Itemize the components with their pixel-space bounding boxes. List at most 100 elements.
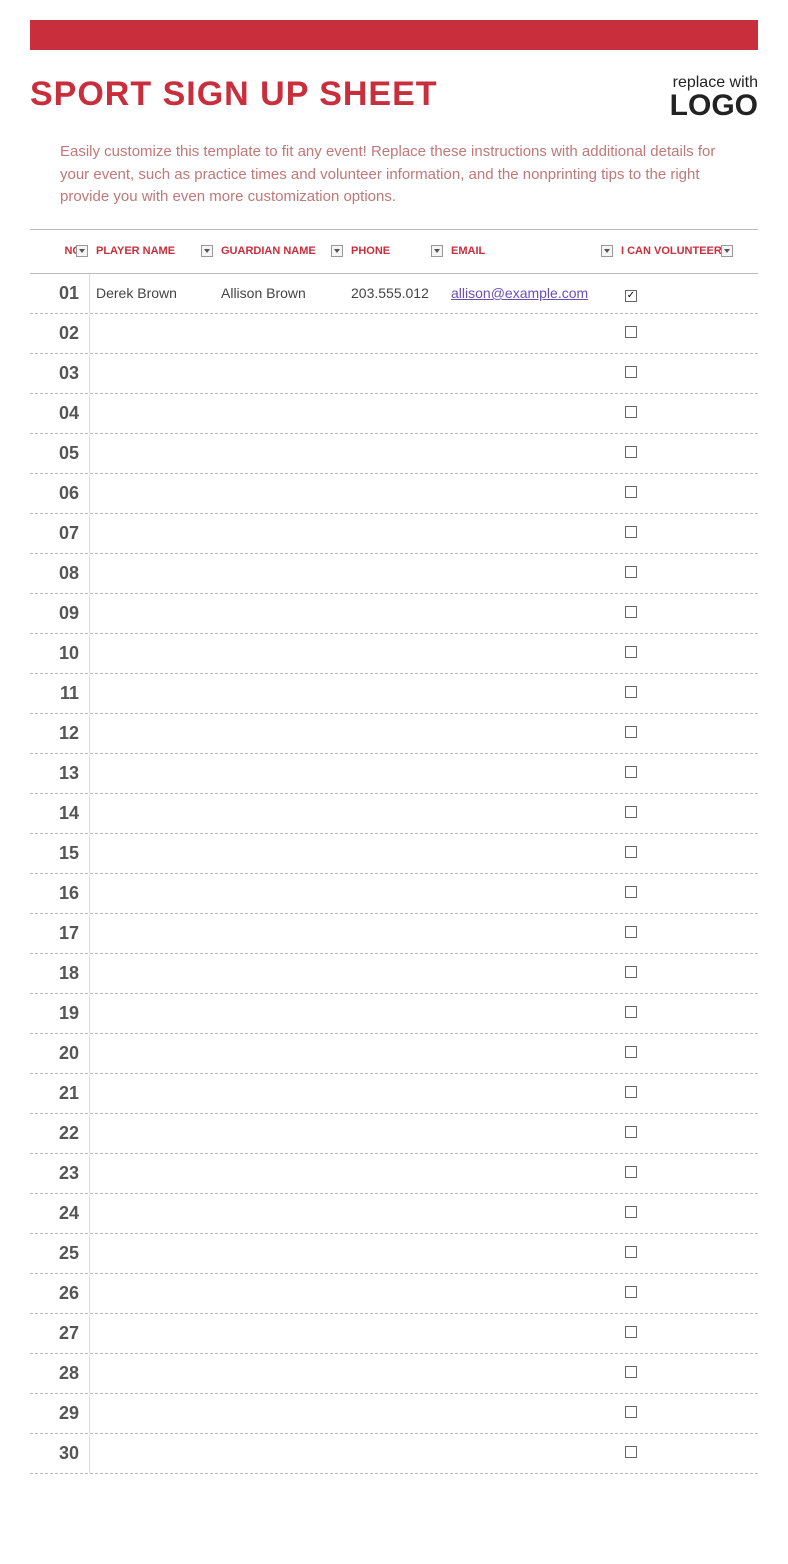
table-row: 20 <box>30 1034 758 1074</box>
volunteer-checkbox[interactable] <box>625 1086 637 1098</box>
logo-placeholder: replace with LOGO <box>670 75 758 121</box>
volunteer-checkbox[interactable] <box>625 1206 637 1218</box>
volunteer-checkbox[interactable] <box>625 1446 637 1458</box>
volunteer-cell[interactable] <box>615 405 735 421</box>
volunteer-cell[interactable] <box>615 805 735 821</box>
volunteer-checkbox[interactable] <box>625 326 637 338</box>
row-number: 02 <box>30 314 90 353</box>
volunteer-cell[interactable] <box>615 1285 735 1301</box>
volunteer-cell[interactable] <box>615 1325 735 1341</box>
email-link[interactable]: allison@example.com <box>451 285 588 301</box>
volunteer-cell[interactable] <box>615 1165 735 1181</box>
row-number: 13 <box>30 754 90 793</box>
filter-dropdown-icon[interactable] <box>601 245 613 257</box>
volunteer-cell[interactable] <box>615 925 735 941</box>
volunteer-checkbox[interactable] <box>625 646 637 658</box>
row-number: 20 <box>30 1034 90 1073</box>
volunteer-checkbox[interactable] <box>625 686 637 698</box>
volunteer-cell[interactable] <box>615 1085 735 1101</box>
header-phone[interactable]: PHONE <box>345 241 445 261</box>
row-number: 05 <box>30 434 90 473</box>
volunteer-checkbox[interactable] <box>625 966 637 978</box>
volunteer-checkbox[interactable] <box>625 886 637 898</box>
header-guardian[interactable]: GUARDIAN NAME <box>215 241 345 261</box>
volunteer-cell[interactable] <box>615 1205 735 1221</box>
volunteer-checkbox[interactable] <box>625 566 637 578</box>
header-player-label: PLAYER NAME <box>96 245 175 257</box>
filter-dropdown-icon[interactable] <box>331 245 343 257</box>
volunteer-checkbox[interactable] <box>625 1126 637 1138</box>
row-number: 24 <box>30 1194 90 1233</box>
volunteer-checkbox[interactable] <box>625 290 637 302</box>
header-no[interactable]: NO. <box>30 241 90 261</box>
header-email[interactable]: EMAIL <box>445 241 615 261</box>
header-player[interactable]: PLAYER NAME <box>90 241 215 261</box>
row-number: 09 <box>30 594 90 633</box>
guardian-name-cell[interactable]: Allison Brown <box>215 285 345 301</box>
header-volunteer[interactable]: I CAN VOLUNTEER <box>615 241 735 261</box>
volunteer-cell[interactable] <box>615 445 735 461</box>
volunteer-cell[interactable] <box>615 725 735 741</box>
instructions-text: Easily customize this template to fit an… <box>0 131 788 229</box>
row-number: 04 <box>30 394 90 433</box>
volunteer-checkbox[interactable] <box>625 446 637 458</box>
volunteer-checkbox[interactable] <box>625 606 637 618</box>
player-name-cell[interactable]: Derek Brown <box>90 285 215 301</box>
signup-table: NO. PLAYER NAME GUARDIAN NAME PHONE EMAI… <box>30 229 758 1474</box>
filter-dropdown-icon[interactable] <box>201 245 213 257</box>
volunteer-cell[interactable] <box>615 685 735 701</box>
volunteer-cell[interactable] <box>615 1005 735 1021</box>
phone-cell[interactable]: 203.555.012 <box>345 285 445 301</box>
volunteer-checkbox[interactable] <box>625 1246 637 1258</box>
row-number: 06 <box>30 474 90 513</box>
table-row: 12 <box>30 714 758 754</box>
volunteer-cell[interactable] <box>615 325 735 341</box>
table-row: 03 <box>30 354 758 394</box>
row-number: 12 <box>30 714 90 753</box>
volunteer-checkbox[interactable] <box>625 1286 637 1298</box>
volunteer-cell[interactable] <box>615 565 735 581</box>
volunteer-checkbox[interactable] <box>625 526 637 538</box>
volunteer-cell[interactable] <box>615 1365 735 1381</box>
volunteer-cell[interactable] <box>615 965 735 981</box>
filter-dropdown-icon[interactable] <box>721 245 733 257</box>
table-row: 25 <box>30 1234 758 1274</box>
volunteer-checkbox[interactable] <box>625 1326 637 1338</box>
email-cell[interactable]: allison@example.com <box>445 285 615 301</box>
table-row: 18 <box>30 954 758 994</box>
volunteer-cell[interactable] <box>615 765 735 781</box>
volunteer-checkbox[interactable] <box>625 806 637 818</box>
volunteer-checkbox[interactable] <box>625 1006 637 1018</box>
volunteer-checkbox[interactable] <box>625 926 637 938</box>
row-number: 01 <box>30 274 90 313</box>
volunteer-cell[interactable] <box>615 525 735 541</box>
volunteer-cell[interactable] <box>615 1125 735 1141</box>
table-row: 29 <box>30 1394 758 1434</box>
table-header-row: NO. PLAYER NAME GUARDIAN NAME PHONE EMAI… <box>30 230 758 274</box>
volunteer-checkbox[interactable] <box>625 1046 637 1058</box>
volunteer-cell[interactable] <box>615 1245 735 1261</box>
volunteer-checkbox[interactable] <box>625 406 637 418</box>
table-row: 08 <box>30 554 758 594</box>
volunteer-cell[interactable] <box>615 1405 735 1421</box>
volunteer-cell[interactable] <box>615 1045 735 1061</box>
volunteer-checkbox[interactable] <box>625 846 637 858</box>
volunteer-cell[interactable] <box>615 365 735 381</box>
volunteer-checkbox[interactable] <box>625 1166 637 1178</box>
volunteer-cell[interactable] <box>615 485 735 501</box>
filter-dropdown-icon[interactable] <box>76 245 88 257</box>
volunteer-cell[interactable] <box>615 845 735 861</box>
volunteer-checkbox[interactable] <box>625 366 637 378</box>
volunteer-cell[interactable] <box>615 605 735 621</box>
volunteer-checkbox[interactable] <box>625 486 637 498</box>
volunteer-cell[interactable] <box>615 645 735 661</box>
volunteer-checkbox[interactable] <box>625 1406 637 1418</box>
volunteer-checkbox[interactable] <box>625 726 637 738</box>
volunteer-checkbox[interactable] <box>625 766 637 778</box>
table-row: 01Derek BrownAllison Brown203.555.012 all… <box>30 274 758 314</box>
volunteer-cell[interactable] <box>615 885 735 901</box>
volunteer-cell[interactable] <box>615 285 735 302</box>
filter-dropdown-icon[interactable] <box>431 245 443 257</box>
volunteer-checkbox[interactable] <box>625 1366 637 1378</box>
volunteer-cell[interactable] <box>615 1445 735 1461</box>
